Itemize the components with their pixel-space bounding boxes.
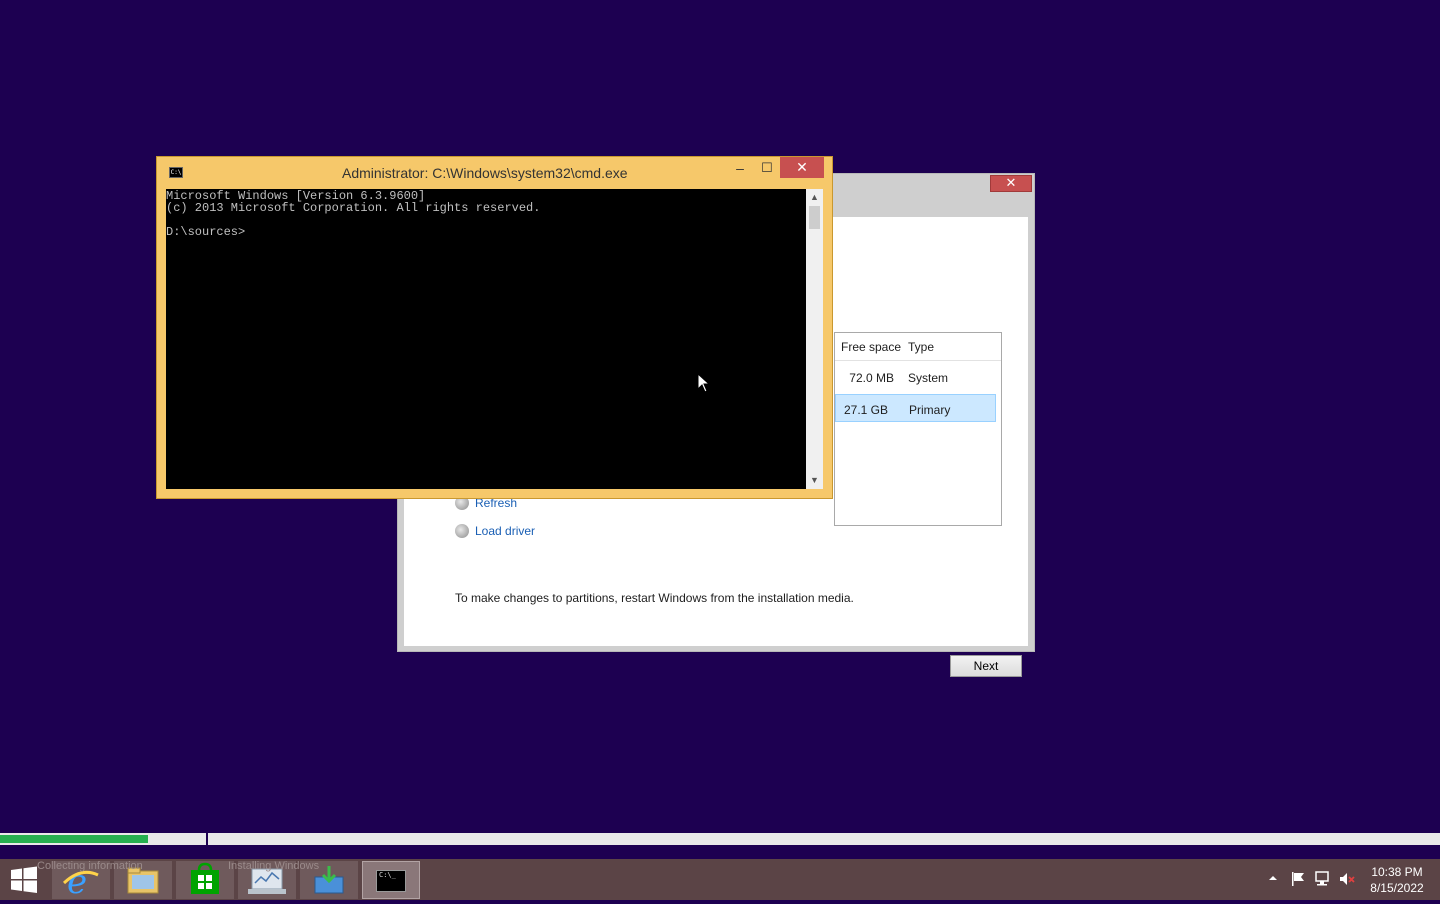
cmd-app-icon[interactable]: C:\ — [169, 167, 183, 178]
network-button[interactable] — [1313, 871, 1331, 890]
cmd-window: C:\ Administrator: C:\Windows\system32\c… — [156, 156, 833, 499]
clock[interactable]: 10:38 PM 8/15/2022 — [1362, 864, 1432, 896]
close-icon: ✕ — [1005, 175, 1017, 190]
column-header-type[interactable]: Type — [908, 340, 934, 354]
clock-date: 8/15/2022 — [1370, 881, 1424, 895]
volume-muted-icon — [1340, 873, 1355, 885]
disc-icon — [455, 524, 469, 538]
load-driver-label: Load driver — [475, 524, 536, 538]
close-icon: ✕ — [796, 159, 808, 175]
partition-list[interactable]: Free space Type 72.0 MB System 27.1 GB P… — [834, 332, 1002, 526]
partition-row-system[interactable]: 72.0 MB System — [835, 363, 1001, 391]
partition-free-space: 72.0 MB — [849, 371, 894, 385]
next-button[interactable]: Next — [950, 655, 1022, 677]
action-center-button[interactable] — [1290, 871, 1306, 890]
flag-icon — [1292, 872, 1304, 886]
console-output: Microsoft Windows [Version 6.3.9600] (c)… — [166, 189, 541, 239]
vertical-scrollbar[interactable]: ▲ ▼ — [806, 189, 823, 489]
maximize-button[interactable]: ☐ — [758, 160, 776, 180]
partition-list-header: Free space Type — [835, 333, 1001, 361]
taskbar-command-prompt[interactable]: C:\_ — [362, 861, 420, 899]
taskbar-store[interactable] — [176, 861, 234, 899]
scroll-down-arrow-icon[interactable]: ▼ — [806, 472, 823, 489]
clock-time: 10:38 PM — [1371, 865, 1423, 879]
column-header-free-space[interactable]: Free space — [841, 340, 901, 354]
chevron-up-icon — [1269, 876, 1277, 880]
scroll-up-arrow-icon[interactable]: ▲ — [806, 189, 823, 206]
partition-row-primary[interactable]: 27.1 GB Primary — [835, 394, 996, 422]
step-label-collecting: Collecting information — [37, 860, 143, 872]
close-button[interactable]: ✕ — [780, 157, 824, 178]
cmd-title-bar[interactable]: C:\ Administrator: C:\Windows\system32\c… — [157, 157, 832, 189]
store-icon — [191, 862, 219, 894]
partition-type: System — [908, 371, 949, 385]
progress-fill — [0, 835, 148, 843]
show-hidden-icons-button[interactable] — [1267, 872, 1279, 887]
console-area[interactable]: Microsoft Windows [Version 6.3.9600] (c)… — [166, 189, 806, 489]
setup-close-button[interactable]: ✕ — [990, 175, 1032, 192]
cmd-icon: C:\_ — [376, 870, 406, 892]
taskbar: e C:\_ Collecting information Installing… — [0, 859, 1440, 902]
mouse-pointer-icon — [697, 373, 711, 393]
cmd-icon-text: C:\_ — [379, 871, 396, 879]
minimize-icon: – — [736, 160, 744, 176]
start-button[interactable] — [8, 865, 40, 895]
windows-logo-icon — [11, 866, 37, 893]
partition-type: Primary — [909, 403, 951, 417]
step-label-installing: Installing Windows — [228, 860, 320, 872]
volume-button[interactable] — [1338, 871, 1356, 890]
network-icon — [1315, 871, 1329, 886]
minimize-button[interactable]: – — [731, 160, 749, 180]
scroll-thumb[interactable] — [809, 206, 820, 229]
partition-note: To make changes to partitions, restart W… — [455, 591, 854, 605]
maximize-icon: ☐ — [761, 160, 773, 175]
partition-free-space: 27.1 GB — [843, 403, 888, 417]
progress-step-collecting — [0, 833, 208, 845]
setup-progress-bar — [0, 833, 1440, 845]
cmd-window-title: Administrator: C:\Windows\system32\cmd.e… — [342, 165, 628, 181]
